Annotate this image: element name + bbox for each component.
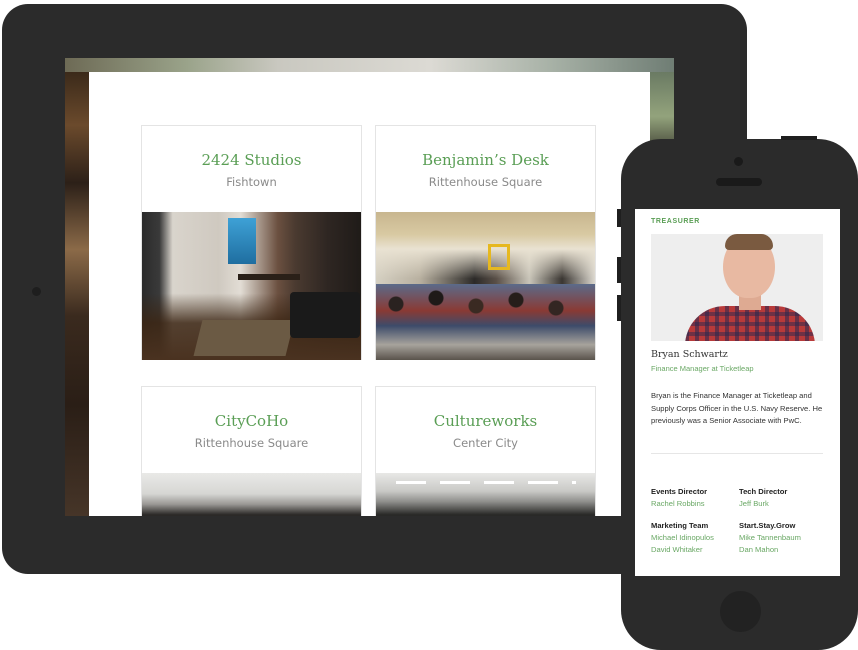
space-card-header: Cultureworks Center City	[376, 387, 595, 472]
photo-table	[238, 274, 300, 280]
space-card-header: Benjamin’s Desk Rittenhouse Square	[376, 126, 595, 211]
phone-camera	[734, 157, 743, 166]
space-card-cultureworks[interactable]: Cultureworks Center City	[375, 386, 596, 516]
phone-volume-down	[617, 295, 621, 321]
space-neighborhood: Center City	[453, 436, 518, 450]
phone-power-button	[781, 136, 817, 140]
space-neighborhood: Fishtown	[226, 175, 277, 189]
team-start-stay-grow: Start.Stay.Grow Mike Tannenbaum Dan Maho…	[739, 521, 801, 556]
space-name[interactable]: Benjamin’s Desk	[376, 126, 595, 169]
team-member-link[interactable]: Mike Tannenbaum	[739, 532, 801, 544]
team-member-link[interactable]: Dan Mahon	[739, 544, 801, 556]
person-photo	[651, 234, 823, 341]
space-card-2424-studios[interactable]: 2424 Studios Fishtown	[141, 125, 362, 360]
tablet-camera	[32, 287, 41, 296]
space-neighborhood: Rittenhouse Square	[428, 175, 543, 189]
photo-ceiling-lights	[396, 481, 576, 484]
team-tech-director: Tech Director Jeff Burk	[739, 487, 787, 510]
photo-sofa	[290, 292, 360, 338]
section-divider	[651, 453, 823, 454]
photo-yellow-frame	[488, 244, 510, 270]
person-title-link[interactable]: Finance Manager at Ticketleap	[651, 364, 754, 373]
background-photo-top	[65, 58, 674, 72]
team-member-link[interactable]: Michael Idinopulos	[651, 532, 714, 544]
team-title: Events Director	[651, 487, 708, 496]
photo-rug	[193, 320, 295, 356]
person-bio: Bryan is the Finance Manager at Ticketle…	[651, 391, 823, 425]
space-photo[interactable]	[376, 473, 595, 516]
phone-screen: TREASURER Bryan Schwartz Finance Manager…	[635, 209, 840, 576]
team-member-link[interactable]: Rachel Robbins	[651, 498, 707, 510]
space-photo[interactable]	[376, 212, 595, 360]
space-photo[interactable]	[142, 212, 361, 360]
space-name[interactable]: Cultureworks	[376, 387, 595, 430]
home-button[interactable]	[720, 591, 761, 632]
phone-speaker	[716, 178, 762, 186]
team-title: Tech Director	[739, 487, 788, 496]
person-name: Bryan Schwartz	[651, 349, 728, 360]
space-card-benjamins-desk[interactable]: Benjamin’s Desk Rittenhouse Square	[375, 125, 596, 360]
phone-mute-switch	[617, 209, 621, 227]
background-photo-left	[65, 72, 89, 516]
space-name[interactable]: 2424 Studios	[142, 126, 361, 169]
team-member-link[interactable]: Jeff Burk	[739, 498, 787, 510]
team-events-director: Events Director Rachel Robbins	[651, 487, 707, 510]
team-marketing: Marketing Team Michael Idinopulos David …	[651, 521, 714, 556]
team-title: Start.Stay.Grow	[739, 521, 796, 530]
photo-window	[228, 218, 256, 264]
space-card-header: CityCoHo Rittenhouse Square	[142, 387, 361, 472]
coworking-spaces-page: 2424 Studios Fishtown Benjamin’s Desk Ri…	[89, 72, 650, 516]
phone-volume-up	[617, 257, 621, 283]
phone-device: TREASURER Bryan Schwartz Finance Manager…	[617, 136, 858, 650]
space-name[interactable]: CityCoHo	[142, 387, 361, 430]
portrait-hair	[725, 234, 773, 250]
space-card-header: 2424 Studios Fishtown	[142, 126, 361, 211]
team-title: Marketing Team	[651, 521, 709, 530]
photo-crowd	[376, 284, 595, 360]
tablet-screen: 2424 Studios Fishtown Benjamin’s Desk Ri…	[65, 58, 674, 516]
space-photo[interactable]	[142, 473, 361, 516]
team-member-link[interactable]: David Whitaker	[651, 544, 714, 556]
portrait-shirt	[685, 306, 815, 341]
space-neighborhood: Rittenhouse Square	[194, 436, 309, 450]
role-label: TREASURER	[651, 218, 700, 225]
space-card-citycoho[interactable]: CityCoHo Rittenhouse Square	[141, 386, 362, 516]
